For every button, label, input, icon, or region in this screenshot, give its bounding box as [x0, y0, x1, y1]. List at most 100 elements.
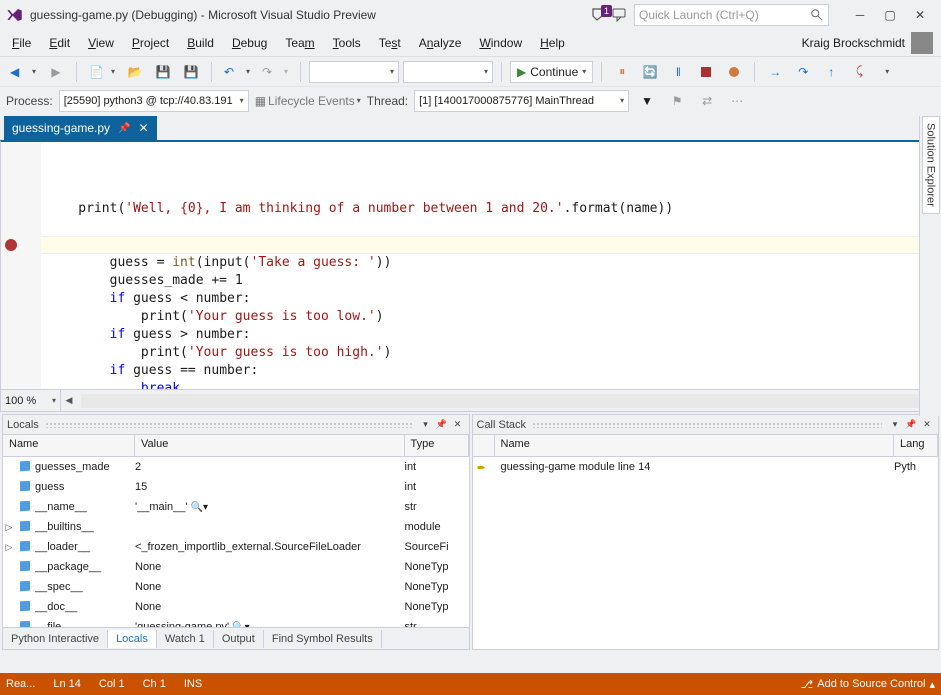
thread-combo[interactable]: [1] [140017000875776] MainThread▾: [414, 90, 629, 112]
menu-edit[interactable]: Edit: [41, 33, 78, 53]
run-to-cursor-button[interactable]: ⤹: [847, 60, 871, 84]
nav-back-button[interactable]: ◀▾: [6, 60, 40, 84]
breakpoint-icon[interactable]: [5, 239, 17, 251]
visual-studio-icon: [6, 6, 24, 24]
table-row[interactable]: guess15int: [3, 477, 469, 497]
code-editor[interactable]: print('Well, {0}, I am thinking of a num…: [0, 140, 941, 390]
feedback-icon[interactable]: [612, 7, 628, 23]
toolbar-options-button[interactable]: ▾: [875, 60, 899, 84]
magnifier-icon[interactable]: 🔍▾: [191, 502, 208, 513]
document-tab[interactable]: guessing-game.py 📌 ✕: [4, 116, 157, 140]
step-over-button[interactable]: ↷: [791, 60, 815, 84]
horizontal-scrollbar[interactable]: [81, 394, 920, 408]
table-row[interactable]: ▷__builtins__module: [3, 517, 469, 537]
step-into-button[interactable]: →: [763, 60, 787, 84]
save-button[interactable]: 💾: [151, 60, 175, 84]
code-area[interactable]: print('Well, {0}, I am thinking of a num…: [41, 142, 940, 389]
save-all-button[interactable]: 💾: [179, 60, 203, 84]
tab-watch1[interactable]: Watch 1: [157, 630, 214, 648]
panel-pin-icon[interactable]: 📌: [904, 418, 918, 432]
menu-file[interactable]: File: [4, 33, 39, 53]
maximize-button[interactable]: ▢: [875, 4, 905, 26]
menu-help[interactable]: Help: [532, 33, 573, 53]
table-row[interactable]: ➨guessing-game module line 14Pyth: [473, 457, 939, 477]
menu-analyze[interactable]: Analyze: [411, 33, 470, 53]
redo-button[interactable]: ↷▾: [258, 60, 292, 84]
menu-build[interactable]: Build: [179, 33, 222, 53]
thread-label: Thread:: [367, 94, 408, 108]
locals-col-value[interactable]: Value: [135, 435, 405, 456]
zoom-level-combo[interactable]: 100 %▾: [1, 390, 61, 411]
play-icon: ▶: [517, 65, 526, 79]
restart-button[interactable]: [722, 60, 746, 84]
table-row[interactable]: __package__NoneNoneTyp: [3, 557, 469, 577]
menu-tools[interactable]: Tools: [325, 33, 369, 53]
close-tab-icon[interactable]: ✕: [139, 121, 149, 135]
continue-button[interactable]: ▶ Continue ▾: [510, 61, 593, 83]
table-row[interactable]: __spec__NoneNoneTyp: [3, 577, 469, 597]
process-combo[interactable]: [25590] python3 @ tcp://40.83.191▾: [59, 90, 249, 112]
window-title: guessing-game.py (Debugging) - Microsoft…: [30, 8, 376, 22]
continue-label: Continue: [530, 65, 578, 79]
tab-locals[interactable]: Locals: [108, 630, 157, 648]
panel-close-icon[interactable]: ✕: [920, 418, 934, 432]
panel-pin-icon[interactable]: 📌: [435, 418, 449, 432]
locals-col-type[interactable]: Type: [405, 435, 469, 456]
menu-test[interactable]: Test: [371, 33, 409, 53]
thread-misc1-button[interactable]: ⇄: [695, 89, 719, 113]
close-button[interactable]: ✕: [905, 4, 935, 26]
notifications-flag-icon[interactable]: 1: [590, 7, 606, 23]
menu-debug[interactable]: Debug: [224, 33, 275, 53]
table-row[interactable]: ▷__loader__<_frozen_importlib_external.S…: [3, 537, 469, 557]
thread-filter-button[interactable]: ▼: [635, 89, 659, 113]
menu-view[interactable]: View: [80, 33, 122, 53]
tab-find-symbol[interactable]: Find Symbol Results: [264, 630, 382, 648]
minimize-button[interactable]: ─: [845, 4, 875, 26]
callstack-col-lang[interactable]: Lang: [894, 435, 938, 456]
callstack-col-name[interactable]: Name: [495, 435, 895, 456]
menu-team[interactable]: Team: [277, 33, 322, 53]
variable-icon: [20, 621, 30, 628]
panel-dropdown-icon[interactable]: ▾: [419, 418, 433, 432]
config-combo[interactable]: ▾: [309, 61, 399, 83]
main-toolbar: ◀▾ ▶ 📄▾ 📂 💾 💾 ↶▾ ↷▾ ▾ ▾ ▶ Continue ▾ ⏸ 🔄…: [0, 56, 941, 86]
thread-flag-button[interactable]: ⚑: [665, 89, 689, 113]
menu-project[interactable]: Project: [124, 33, 177, 53]
status-ch: Ch 1: [143, 678, 166, 690]
pause-button[interactable]: ‖: [666, 60, 690, 84]
open-file-button[interactable]: 📂: [123, 60, 147, 84]
platform-combo[interactable]: ▾: [403, 61, 493, 83]
break-all-button[interactable]: ⏸: [610, 60, 634, 84]
locals-col-name[interactable]: Name: [3, 435, 135, 456]
callstack-grid-body[interactable]: ➨guessing-game module line 14Pyth: [473, 457, 939, 649]
new-project-button[interactable]: 📄▾: [85, 60, 119, 84]
status-bar: Rea... Ln 14 Col 1 Ch 1 INS ⎇ Add to Sou…: [0, 673, 941, 695]
stop-button[interactable]: [694, 60, 718, 84]
user-avatar[interactable]: [911, 32, 933, 54]
table-row[interactable]: __name__'__main__' 🔍▾str: [3, 497, 469, 517]
thread-misc2-button[interactable]: ⋯: [725, 89, 749, 113]
signed-in-user[interactable]: Kraig Brockschmidt: [802, 36, 905, 50]
callstack-title: Call Stack: [477, 419, 527, 431]
tab-python-interactive[interactable]: Python Interactive: [3, 630, 108, 648]
add-source-control-button[interactable]: ⎇ Add to Source Control ▴: [801, 678, 935, 691]
solution-explorer-tab[interactable]: Solution Explorer: [922, 116, 940, 214]
locals-grid-body[interactable]: guesses_made2intguess15int__name__'__mai…: [3, 457, 469, 627]
table-row[interactable]: __doc__NoneNoneTyp: [3, 597, 469, 617]
quick-launch-input[interactable]: Quick Launch (Ctrl+Q): [634, 4, 829, 26]
pin-icon[interactable]: 📌: [118, 123, 130, 134]
hscroll-left[interactable]: ◀: [61, 393, 77, 409]
refresh-button[interactable]: 🔄: [638, 60, 662, 84]
lifecycle-events-button[interactable]: ▦ Lifecycle Events ▾: [255, 94, 361, 108]
menu-window[interactable]: Window: [471, 33, 530, 53]
undo-button[interactable]: ↶▾: [220, 60, 254, 84]
tab-output[interactable]: Output: [214, 630, 264, 648]
step-out-button[interactable]: ↑: [819, 60, 843, 84]
editor-gutter[interactable]: [1, 142, 41, 389]
panel-close-icon[interactable]: ✕: [451, 418, 465, 432]
table-row[interactable]: __file__'guessing-game.py' 🔍▾str: [3, 617, 469, 627]
search-icon: [810, 8, 824, 22]
nav-forward-button[interactable]: ▶: [44, 60, 68, 84]
panel-dropdown-icon[interactable]: ▾: [888, 418, 902, 432]
table-row[interactable]: guesses_made2int: [3, 457, 469, 477]
